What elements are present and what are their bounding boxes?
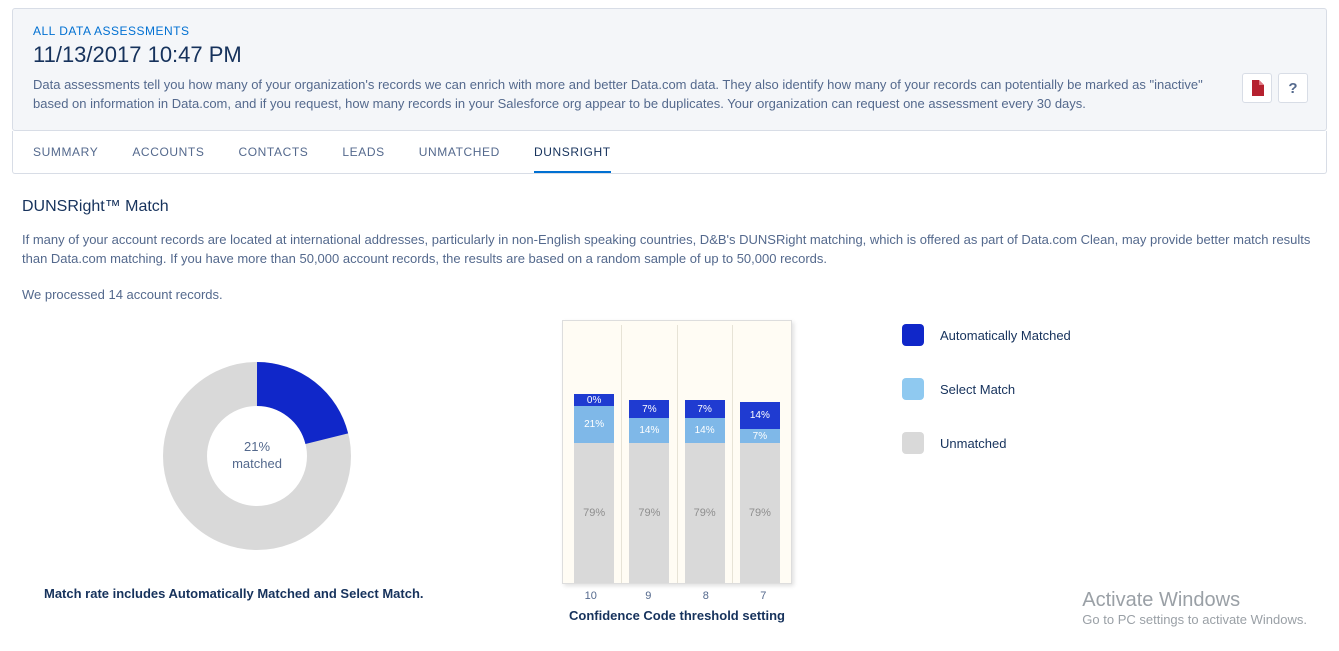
- bar-col-10: 79% 21% 0%: [567, 325, 622, 583]
- tab-dunsright[interactable]: DUNSRIGHT: [534, 131, 611, 173]
- xlabel-7: 7: [735, 590, 793, 602]
- content-area: DUNSRight™ Match If many of your account…: [0, 174, 1339, 644]
- bar-10-unmatched: 79%: [574, 443, 614, 583]
- bar-9-auto: 7%: [629, 400, 669, 418]
- donut-percent: 21%: [232, 439, 282, 456]
- help-button[interactable]: ?: [1278, 73, 1308, 103]
- swatch-select-icon: [902, 378, 924, 400]
- tab-unmatched[interactable]: UNMATCHED: [419, 131, 500, 173]
- processed-count: We processed 14 account records.: [22, 285, 1312, 305]
- bar-8-unmatched: 79%: [685, 443, 725, 583]
- question-icon: ?: [1288, 80, 1297, 97]
- bar-col-7: 79% 7% 14%: [733, 325, 787, 583]
- export-pdf-button[interactable]: [1242, 73, 1272, 103]
- legend-auto: Automatically Matched: [902, 324, 1071, 346]
- page-description: Data assessments tell you how many of yo…: [33, 76, 1213, 114]
- donut-center-label: 21% matched: [232, 439, 282, 473]
- tab-bar: SUMMARY ACCOUNTS CONTACTS LEADS UNMATCHE…: [12, 131, 1327, 174]
- bar-chart-title: Confidence Code threshold setting: [492, 608, 862, 623]
- tab-summary[interactable]: SUMMARY: [33, 131, 98, 173]
- document-icon: [1250, 80, 1264, 96]
- bar-col-9: 79% 14% 7%: [622, 325, 677, 583]
- page-title: 11/13/2017 10:47 PM: [33, 42, 1306, 68]
- bar-10-auto: 0%: [574, 394, 614, 406]
- bar-8-select: 14%: [685, 418, 725, 443]
- breadcrumb-link[interactable]: ALL DATA ASSESSMENTS: [33, 24, 190, 38]
- bar-x-labels: 10 9 8 7: [562, 590, 792, 602]
- match-rate-donut: 21% matched: [157, 356, 357, 556]
- legend-select: Select Match: [902, 378, 1071, 400]
- legend-select-label: Select Match: [940, 382, 1015, 397]
- legend-unmatched-label: Unmatched: [940, 436, 1006, 451]
- bar-7-select: 7%: [740, 429, 780, 443]
- confidence-bar-chart: 79% 21% 0% 79% 14% 7% 79%: [562, 320, 792, 584]
- tab-contacts[interactable]: CONTACTS: [238, 131, 308, 173]
- bar-col-8: 79% 14% 7%: [678, 325, 733, 583]
- swatch-auto-icon: [902, 324, 924, 346]
- page-header: ALL DATA ASSESSMENTS 11/13/2017 10:47 PM…: [12, 8, 1327, 131]
- tab-accounts[interactable]: ACCOUNTS: [132, 131, 204, 173]
- legend-auto-label: Automatically Matched: [940, 328, 1071, 343]
- tab-leads[interactable]: LEADS: [342, 131, 384, 173]
- swatch-unmatched-icon: [902, 432, 924, 454]
- bar-7-unmatched: 79%: [740, 443, 780, 583]
- section-description: If many of your account records are loca…: [22, 230, 1312, 269]
- bar-8-auto: 7%: [685, 400, 725, 418]
- xlabel-8: 8: [677, 590, 735, 602]
- bar-9-unmatched: 79%: [629, 443, 669, 583]
- donut-matched-label: matched: [232, 456, 282, 473]
- xlabel-9: 9: [620, 590, 678, 602]
- xlabel-10: 10: [562, 590, 620, 602]
- donut-caption: Match rate includes Automatically Matche…: [44, 586, 492, 601]
- bar-7-auto: 14%: [740, 402, 780, 429]
- legend-unmatched: Unmatched: [902, 432, 1071, 454]
- bar-9-select: 14%: [629, 418, 669, 443]
- section-title: DUNSRight™ Match: [22, 198, 1317, 216]
- bar-10-select: 21%: [574, 406, 614, 443]
- chart-legend: Automatically Matched Select Match Unmat…: [862, 320, 1071, 486]
